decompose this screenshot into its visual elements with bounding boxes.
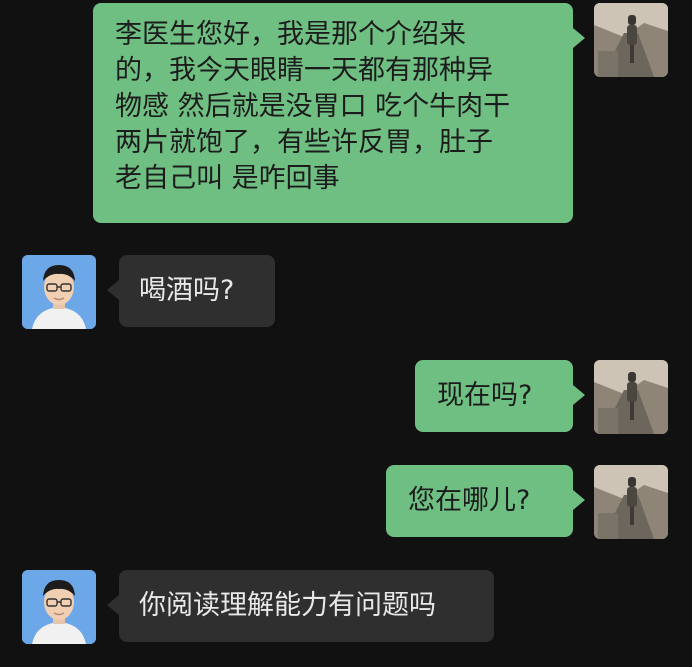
bubble-tail xyxy=(107,595,119,615)
doctor-avatar-image-icon xyxy=(22,255,96,329)
user-avatar[interactable] xyxy=(594,360,668,434)
user-avatar-image-icon xyxy=(594,360,668,434)
message-bubble[interactable]: 你阅读理解能力有问题吗 xyxy=(119,570,494,642)
message-bubble[interactable]: 李医生您好，我是那个介绍来 的，我今天眼睛一天都有那种异 物感 然后就是没胃口 … xyxy=(93,3,573,223)
doctor-avatar-image-icon xyxy=(22,570,96,644)
message-bubble[interactable]: 喝酒吗? xyxy=(119,255,275,327)
user-avatar-image-icon xyxy=(594,465,668,539)
bubble-tail xyxy=(573,28,585,48)
user-avatar-image-icon xyxy=(594,3,668,77)
bubble-tail xyxy=(573,385,585,405)
doctor-avatar[interactable] xyxy=(22,255,96,329)
bubble-tail xyxy=(107,280,119,300)
doctor-avatar[interactable] xyxy=(22,570,96,644)
message-bubble[interactable]: 您在哪儿? xyxy=(386,465,573,537)
message-bubble[interactable]: 现在吗? xyxy=(415,360,573,432)
chat-window: 李医生您好，我是那个介绍来 的，我今天眼睛一天都有那种异 物感 然后就是没胃口 … xyxy=(0,0,692,667)
user-avatar[interactable] xyxy=(594,465,668,539)
user-avatar[interactable] xyxy=(594,3,668,77)
bubble-tail xyxy=(573,490,585,510)
